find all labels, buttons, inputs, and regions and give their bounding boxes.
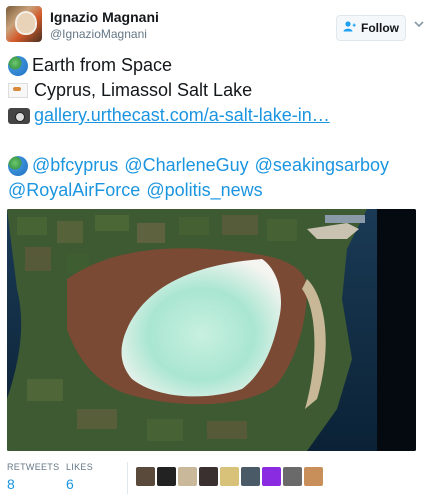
globe-emoji-icon: [8, 55, 28, 76]
liker-avatar[interactable]: [157, 467, 176, 486]
tweet-header: Ignazio Magnani @IgnazioMagnani Follow: [6, 6, 437, 46]
stats-divider: [127, 462, 128, 494]
satellite-photo-salt-lake: [7, 209, 416, 451]
mention-link[interactable]: @RoyalAirForce: [8, 178, 140, 203]
retweets-label: RETWEETS: [7, 462, 60, 472]
liker-avatar[interactable]: [178, 467, 197, 486]
tweet-stats: RETWEETS 8 LIKES 6: [7, 462, 437, 494]
tweet-text: Earth from Space Cyprus, Limassol Salt L…: [8, 53, 435, 203]
liker-avatars: [136, 467, 323, 486]
chevron-down-icon[interactable]: [412, 18, 426, 32]
liker-avatar[interactable]: [304, 467, 323, 486]
globe-emoji-icon: [8, 155, 28, 176]
liker-avatar[interactable]: [241, 467, 260, 486]
mentions-row-2: @RoyalAirForce @politis_news: [8, 178, 435, 203]
retweets-count[interactable]: 8: [7, 476, 15, 492]
tweet-line-2: Cyprus, Limassol Salt Lake: [8, 78, 435, 103]
mentions-row-1: @bfcyprus @CharleneGuy @seakingsarboy: [8, 153, 435, 178]
person-add-icon: [343, 21, 356, 35]
cyprus-flag-emoji-icon: [8, 83, 28, 98]
liker-avatar[interactable]: [220, 467, 239, 486]
follow-label: Follow: [361, 21, 399, 35]
likes-label: LIKES: [66, 462, 94, 472]
tweet-line-2-text: Cyprus, Limassol Salt Lake: [34, 80, 253, 100]
satellite-photo[interactable]: [7, 209, 416, 451]
author-name[interactable]: Ignazio Magnani: [50, 9, 159, 25]
liker-avatar[interactable]: [199, 467, 218, 486]
author-handle[interactable]: @IgnazioMagnani: [50, 27, 147, 41]
mention-link[interactable]: @seakingsarboy: [255, 153, 389, 178]
tweet-line-3: gallery.urthecast.com/a-salt-lake-in…: [8, 103, 435, 128]
liker-avatar[interactable]: [283, 467, 302, 486]
liker-avatar[interactable]: [136, 467, 155, 486]
tweet-line-1: Earth from Space: [8, 53, 435, 78]
mention-link[interactable]: @CharleneGuy: [124, 153, 248, 178]
camera-emoji-icon: [8, 107, 30, 124]
mention-link[interactable]: @politis_news: [146, 178, 262, 203]
follow-button[interactable]: Follow: [336, 15, 406, 41]
tweet-line-1-text: Earth from Space: [32, 55, 173, 75]
mention-link[interactable]: @bfcyprus: [32, 153, 118, 178]
liker-avatar[interactable]: [262, 467, 281, 486]
author-avatar[interactable]: [6, 6, 42, 42]
gallery-link[interactable]: gallery.urthecast.com/a-salt-lake-in…: [34, 103, 330, 128]
likes-count[interactable]: 6: [66, 476, 74, 492]
